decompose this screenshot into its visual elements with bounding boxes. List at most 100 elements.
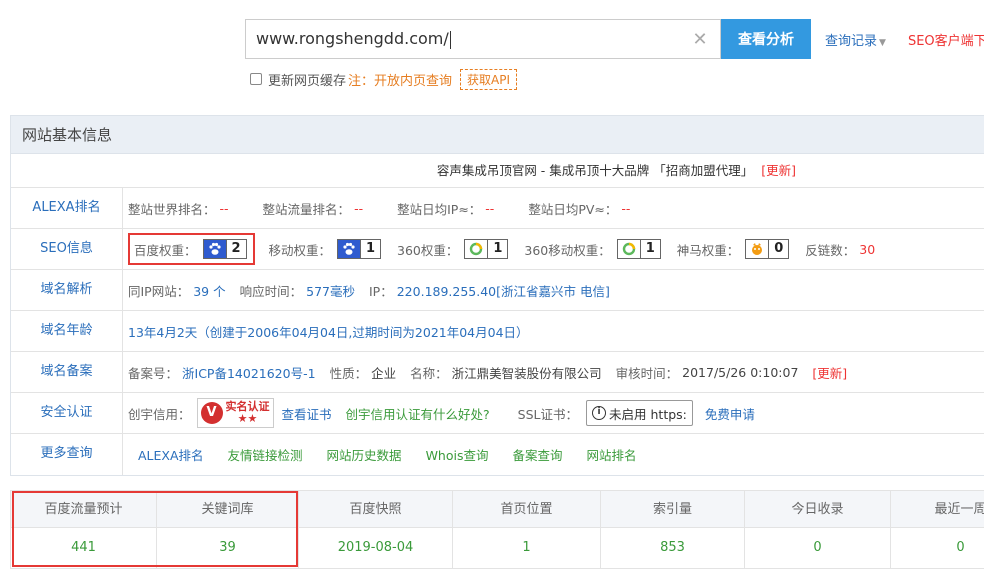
seo-client-link[interactable]: SEO客户端下 <box>908 30 984 49</box>
more-link-friend-links[interactable]: 友情链接检测 <box>228 445 303 464</box>
real-name-auth-stars: ★★ <box>237 412 258 425</box>
stat-value[interactable]: 0 <box>891 528 984 568</box>
more-link-site-rank[interactable]: 网站排名 <box>587 445 637 464</box>
360-logo-icon <box>617 240 640 258</box>
domain-age-row: 域名年龄 13年4月2天（创建于2006年04月04日,过期时间为2021年04… <box>11 311 984 352</box>
security-row: 安全认证 创宇信用： V 实名认证 ★★ 查看证书 创宇信用认证有什么好处? SS… <box>11 393 984 434</box>
ssl-status-text: 未启用 https: <box>609 406 687 422</box>
ip-value[interactable]: 220.189.255.40[浙江省嘉兴市 电信] <box>397 281 610 300</box>
icp-row-label[interactable]: 域名备案 <box>11 352 123 392</box>
icp-name-value: 浙江鼎美智装股份有限公司 <box>451 365 602 381</box>
domain-age-value: 13年4月2天（创建于2006年04月04日,过期时间为2021年04月04日） <box>128 324 529 340</box>
credit-benefit-link[interactable]: 创宇信用认证有什么好处? <box>346 404 490 423</box>
traffic-rank-label: 整站流量排名： <box>262 201 351 217</box>
traffic-rank-value: -- <box>354 200 364 216</box>
site-info-panel: 网站基本信息 容声集成吊顶官网 - 集成吊顶十大品牌 「招商加盟代理」 [更新]… <box>10 115 984 476</box>
same-ip-label: 同IP网站： <box>128 283 190 299</box>
stat-keywords: 关键词库 39 <box>157 491 299 568</box>
backlinks-value[interactable]: 30 <box>859 242 875 257</box>
query-history-link[interactable]: 查询记录 ▼ <box>825 30 886 49</box>
shenma-weight-badge[interactable]: 0 <box>745 239 790 259</box>
stat-value[interactable]: 1 <box>453 528 600 568</box>
free-apply-link[interactable]: 免费申请 <box>705 404 755 423</box>
stat-today-indexed: 今日收录 0 <box>745 491 891 568</box>
url-input[interactable]: www.rongshengdd.com/ ✕ <box>245 19 721 59</box>
domain-row-label[interactable]: 域名解析 <box>11 270 123 310</box>
icp-no-label: 备案号： <box>128 365 179 381</box>
stat-home-position: 首页位置 1 <box>453 491 601 568</box>
stat-value[interactable]: 853 <box>601 528 744 568</box>
stat-value[interactable]: 441 <box>11 528 156 568</box>
same-ip-value[interactable]: 39 个 <box>193 281 225 300</box>
get-api-button[interactable]: 获取API <box>460 68 518 90</box>
verified-v-icon: V <box>200 402 223 424</box>
real-name-auth-text: 实名认证 ★★ <box>226 401 270 425</box>
icp-type-label: 性质： <box>329 365 368 381</box>
stat-header: 百度流量预计 <box>11 491 156 528</box>
baidu-weight-label: 百度权重： <box>134 242 197 258</box>
query-history-label: 查询记录 <box>825 33 878 49</box>
cache-checkbox[interactable] <box>250 73 262 85</box>
security-row-label[interactable]: 安全认证 <box>11 393 123 433</box>
cache-checkbox-label: 更新网页缓存 <box>268 73 347 89</box>
stat-header: 关键词库 <box>157 491 298 528</box>
daily-pv-value: -- <box>621 200 631 216</box>
daily-ip-label: 整站日均IP≈： <box>397 201 482 217</box>
close-icon[interactable]: ✕ <box>690 29 710 50</box>
stat-header: 首页位置 <box>453 491 600 528</box>
real-name-auth-badge[interactable]: V 实名认证 ★★ <box>196 398 274 428</box>
daily-pv-label: 整站日均PV≈： <box>528 201 618 217</box>
icp-no-value[interactable]: 浙ICP备14021620号-1 <box>182 363 316 382</box>
stat-baidu-traffic: 百度流量预计 441 <box>11 491 157 568</box>
site-title-update-link[interactable]: [更新] <box>761 163 796 178</box>
icp-update-link[interactable]: [更新] <box>812 363 847 382</box>
shenma-logo-icon <box>746 240 769 258</box>
site-title-row: 容声集成吊顶官网 - 集成吊顶十大品牌 「招商加盟代理」 [更新] <box>11 154 984 188</box>
stat-header: 百度快照 <box>299 491 452 528</box>
domain-row: 域名解析 同IP网站： 39 个 响应时间： 577毫秒 IP： 220.189… <box>11 270 984 311</box>
more-link-alexa[interactable]: ALEXA排名 <box>138 445 204 464</box>
seo-row: SEO信息 百度权重： 2 移动权重： 1 360权重： 1 360移动权重： … <box>11 229 984 270</box>
stat-value[interactable]: 39 <box>157 528 298 568</box>
seo-row-label[interactable]: SEO信息 <box>11 229 123 269</box>
360-weight-value: 1 <box>487 240 507 258</box>
more-link-icp[interactable]: 备案查询 <box>512 445 562 464</box>
more-query-label[interactable]: 更多查询 <box>11 434 123 475</box>
search-bar: www.rongshengdd.com/ ✕ 查看分析 查询记录 ▼ SEO客户端… <box>245 19 984 59</box>
cache-note[interactable]: 注：开放内页查询 <box>348 70 452 89</box>
baidu-weight-value: 2 <box>225 240 246 258</box>
stat-header: 索引量 <box>601 491 744 528</box>
stat-value[interactable]: 0 <box>745 528 890 568</box>
credit-label: 创宇信用： <box>128 406 191 422</box>
mobile-weight-label: 移动权重： <box>268 242 332 258</box>
response-time-value: 577毫秒 <box>306 283 355 299</box>
panel-title: 网站基本信息 <box>11 116 984 154</box>
360-logo-icon <box>465 240 488 258</box>
info-icon: i <box>592 406 607 420</box>
view-cert-link[interactable]: 查看证书 <box>282 404 332 423</box>
alexa-row: ALEXA排名 整站世界排名： -- 整站流量排名： -- 整站日均IP≈： -… <box>11 188 984 229</box>
icp-audit-value: 2017/5/26 0:10:07 <box>682 364 799 380</box>
shenma-weight-label: 神马权重： <box>676 242 740 258</box>
ip-label: IP： <box>369 283 393 299</box>
stat-value[interactable]: 2019-08-04 <box>299 528 452 568</box>
url-input-text[interactable]: www.rongshengdd.com/ <box>256 29 690 49</box>
ssl-status-box[interactable]: i 未启用 https: <box>586 400 693 426</box>
360-mobile-weight-badge[interactable]: 1 <box>616 239 661 259</box>
icp-type-value: 企业 <box>371 365 397 381</box>
stat-header: 最近一周 <box>891 491 984 528</box>
360-weight-badge[interactable]: 1 <box>464 239 509 259</box>
baidu-weight-badge[interactable]: 2 <box>202 239 247 259</box>
360-mobile-weight-value: 1 <box>639 240 660 258</box>
more-link-whois[interactable]: Whois查询 <box>426 445 489 464</box>
analyze-button[interactable]: 查看分析 <box>721 19 811 59</box>
stats-table: 百度流量预计 441 关键词库 39 百度快照 2019-08-04 首页位置 … <box>10 490 984 569</box>
domain-age-label[interactable]: 域名年龄 <box>11 311 123 351</box>
mobile-weight-badge[interactable]: 1 <box>337 239 382 259</box>
more-link-history[interactable]: 网站历史数据 <box>327 445 402 464</box>
icp-name-label: 名称： <box>410 365 448 381</box>
stat-snapshot: 百度快照 2019-08-04 <box>299 491 453 568</box>
alexa-row-label[interactable]: ALEXA排名 <box>11 188 123 228</box>
stat-last-week: 最近一周 0 <box>891 491 984 568</box>
world-rank-label: 整站世界排名： <box>128 201 216 217</box>
